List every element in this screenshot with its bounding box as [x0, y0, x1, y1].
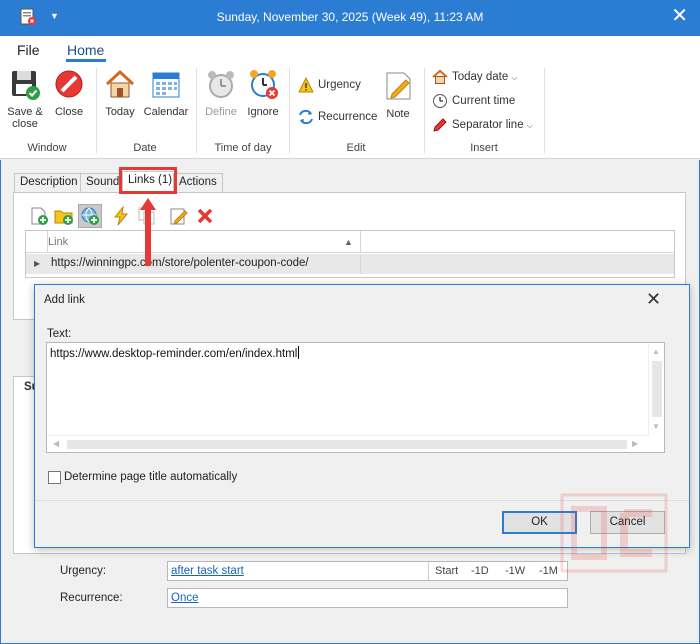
ribbon-separator [424, 68, 425, 154]
close-button[interactable]: Close [52, 68, 86, 118]
ribbon: Save & close Close Window Today Calendar… [0, 62, 700, 159]
title-bar: Sunday, November 30, 2025 (Week 49), 11:… [0, 0, 700, 36]
pencil-icon [433, 118, 447, 132]
window-border [0, 160, 700, 644]
calendar-label: Calendar [143, 106, 189, 118]
window-title: Sunday, November 30, 2025 (Week 49), 11:… [216, 10, 484, 24]
note-icon [386, 72, 411, 100]
separator-line-button[interactable]: Separator line ⌵ [432, 116, 533, 134]
define-button[interactable]: Define [202, 68, 240, 118]
separator-line-label: Separator line [452, 119, 524, 131]
today-label: Today [105, 106, 135, 118]
home-small-icon [432, 69, 448, 84]
close-circle-icon [55, 70, 83, 98]
window-close-icon[interactable]: ✕ [671, 6, 688, 26]
urgency-label: Urgency [318, 79, 361, 91]
ribbon-separator [289, 68, 290, 154]
ribbon-separator [96, 68, 97, 154]
note-button[interactable]: Note [382, 70, 414, 120]
today-button[interactable]: Today [101, 68, 139, 118]
ribbon-separator [196, 68, 197, 154]
save-close-label-1: Save & [7, 106, 43, 118]
chevron-down-icon: ⌵ [526, 121, 533, 130]
save-close-button[interactable]: Save & close [6, 68, 44, 130]
quick-access-dropdown-icon[interactable]: ▼ [50, 11, 59, 21]
alarm-clock-icon [208, 71, 234, 98]
app-icon[interactable] [20, 8, 36, 26]
ignore-button[interactable]: Ignore [244, 68, 282, 118]
home-icon [105, 69, 135, 98]
warning-icon [298, 76, 314, 93]
urgency-button[interactable]: Urgency [298, 76, 361, 94]
chevron-down-icon: ⌵ [511, 73, 518, 82]
note-label: Note [386, 108, 410, 120]
recurrence-label: Recurrence [318, 111, 378, 123]
save-icon [12, 71, 40, 100]
recurrence-icon [299, 109, 313, 125]
group-date-label: Date [133, 142, 157, 154]
current-time-label: Current time [452, 95, 516, 107]
calendar-button[interactable]: Calendar [143, 68, 189, 118]
calendar-icon [152, 72, 180, 98]
ribbon-separator [544, 68, 545, 154]
today-date-button[interactable]: Today date ⌵ [432, 68, 518, 86]
tab-file[interactable]: File [17, 42, 40, 58]
tab-home[interactable]: Home [67, 42, 104, 58]
today-date-label: Today date [452, 71, 509, 83]
save-close-label-2: close [12, 118, 38, 130]
group-time-of-day-label: Time of day [214, 142, 272, 154]
recurrence-button[interactable]: Recurrence [298, 108, 377, 126]
group-insert-label: Insert [470, 142, 498, 154]
ignore-label: Ignore [247, 106, 279, 118]
define-label: Define [205, 106, 237, 118]
close-label: Close [54, 106, 84, 118]
current-time-button[interactable]: Current time [432, 92, 515, 110]
group-window-label: Window [27, 142, 67, 154]
alarm-ignore-icon [250, 70, 278, 99]
clock-icon [433, 93, 447, 108]
group-edit-label: Edit [346, 142, 366, 154]
